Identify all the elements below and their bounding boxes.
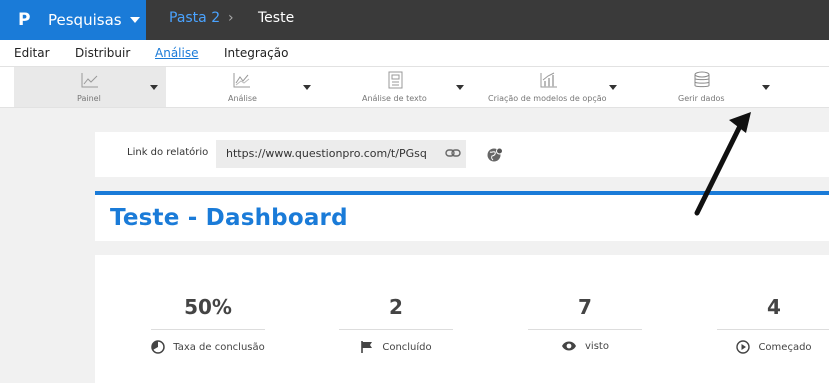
chevron-down-icon [129,17,140,23]
chevron-down-icon[interactable] [150,85,158,90]
menu-item-distribuir[interactable]: Distribuir [75,46,130,60]
text-analysis-icon [388,71,403,89]
pie-icon [151,340,165,354]
report-link-url[interactable]: https://www.questionpro.com/t/PGsq [226,147,427,160]
tool-label: Painel [77,94,101,103]
stat-label: Começado [758,341,812,353]
link-icon[interactable] [445,146,461,160]
breadcrumb-separator-icon: › [228,10,234,26]
stat-value: 2 [389,295,403,319]
breadcrumb-folder[interactable]: Pasta 2 [169,10,220,26]
chevron-down-icon[interactable] [303,85,311,90]
stats-card: 50% Taxa de conclusão 2 Concluído 7 vist… [95,255,829,383]
menu-bar: Editar Distribuir Análise Integração [0,40,829,67]
report-link-field[interactable]: https://www.questionpro.com/t/PGsq [216,140,466,168]
tool-label: Análise [228,94,257,103]
stat-value: 4 [767,295,781,319]
page-title: Teste - Dashboard [110,205,348,231]
report-link-label: Link do relatório [127,147,209,158]
stat-divider [339,329,453,330]
globe-settings-icon[interactable] [487,147,503,163]
breadcrumb-current: Teste [258,10,295,26]
stat-completed: 2 Concluído [339,255,453,383]
line-chart-icon [81,73,98,88]
stat-label: Taxa de conclusão [173,341,265,353]
stat-label: Concluído [382,341,432,353]
eye-icon [562,341,577,351]
tool-painel[interactable]: Painel [14,67,166,107]
tool-analise-de-texto[interactable]: Análise de texto [318,67,470,107]
app-switcher[interactable]: P Pesquisas [0,0,146,40]
stat-completion-rate: 50% Taxa de conclusão [151,255,265,383]
tool-label: Análise de texto [362,94,427,103]
stat-divider [717,329,829,330]
tool-label: Criação de modelos de opção [488,94,607,103]
annotation-arrow-icon [694,112,751,216]
play-icon [736,340,751,354]
stat-value: 7 [578,295,592,319]
top-bar: P Pesquisas Pasta 2 › Teste [0,0,829,40]
stat-value: 50% [184,295,232,319]
tool-analise[interactable]: Análise [166,67,318,107]
flag-icon [361,341,373,353]
tool-criacao-de-modelos[interactable]: Criação de modelos de opção [470,67,622,107]
stat-divider [528,329,642,330]
app-name: Pesquisas [48,11,122,29]
database-icon [694,71,710,88]
menu-item-analise[interactable]: Análise [155,46,198,60]
menu-item-integracao[interactable]: Integração [224,46,288,60]
trend-chart-icon [233,73,250,88]
stat-viewed: 7 visto [528,255,642,383]
app-logo: P [18,10,31,30]
stat-divider [151,329,265,330]
menu-item-editar[interactable]: Editar [14,46,50,60]
chevron-down-icon[interactable] [609,85,617,90]
chevron-down-icon[interactable] [456,85,464,90]
chevron-down-icon[interactable] [762,85,770,90]
stat-started: 4 Começado [717,255,829,383]
stat-label: visto [585,340,609,352]
bar-chart-icon [540,72,557,88]
